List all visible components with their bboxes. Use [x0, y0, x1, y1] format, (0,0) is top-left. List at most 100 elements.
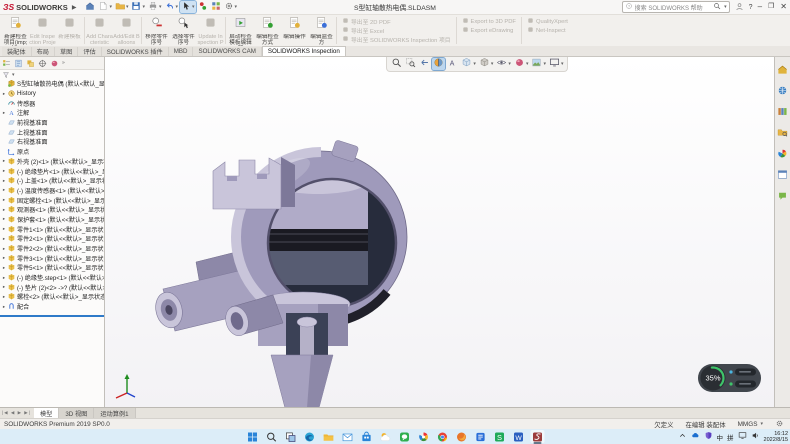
tree-item[interactable]: ▸(-) 绝缘垫.step<1> (默认<<默认> — [0, 273, 104, 283]
options-gear-button[interactable]: ▾ — [223, 1, 239, 13]
status-gear-icon[interactable] — [775, 419, 784, 430]
rebuild-button[interactable] — [197, 1, 209, 13]
motion-tab-1[interactable]: 模型 — [34, 408, 59, 418]
tree-item[interactable]: ▸零件2<1> (默认<<默认>_显示状态 — [0, 234, 104, 244]
dropdown-caret[interactable]: ▾ — [561, 61, 564, 67]
hide-show-button[interactable]: ▾ — [495, 58, 512, 70]
dropdown-caret[interactable]: ▾ — [235, 4, 238, 10]
solidworks-taskbar-button[interactable] — [531, 430, 545, 443]
chrome-button[interactable] — [436, 430, 450, 443]
undo-button[interactable]: ▾ — [164, 1, 180, 13]
select-cursor-button[interactable]: ▾ — [180, 1, 196, 13]
minimize-button[interactable]: – — [758, 2, 762, 12]
print-button[interactable]: ▾ — [147, 1, 163, 13]
taskbar-clock[interactable]: 16:122022/8/15 — [764, 431, 788, 443]
dropdown-caret[interactable]: ▾ — [543, 61, 546, 67]
tab-solidworks-插件[interactable]: SOLIDWORKS 插件 — [102, 47, 169, 56]
new-document-button[interactable]: ▾ — [97, 1, 113, 13]
new-template-button[interactable]: 新建模板 — [56, 15, 83, 46]
view-settings-button[interactable]: ▾ — [548, 58, 565, 70]
export-command[interactable]: 导出至 Excel — [342, 27, 451, 34]
zoom-fit-button[interactable] — [390, 58, 403, 70]
security-shield-icon[interactable] — [704, 431, 713, 442]
edit-method-button[interactable]: 编辑检查方式 — [254, 15, 281, 46]
tree-item[interactable]: 右视基准面 — [0, 137, 104, 147]
model-3d-view[interactable] — [105, 57, 775, 407]
motion-tab-3[interactable]: 运动算例1 — [94, 408, 135, 418]
dropdown-caret[interactable]: ▾ — [126, 4, 129, 10]
dropdown-caret[interactable]: ▾ — [142, 4, 145, 10]
search-dropdown-caret[interactable]: ▾ — [724, 4, 727, 10]
filter-caret[interactable]: ▾ — [12, 72, 15, 78]
tree-item[interactable]: ▸零件1<1> (默认<<默认>_显示状态 — [0, 224, 104, 234]
apply-scene-button[interactable]: ▾ — [530, 58, 547, 70]
section-view-button[interactable] — [432, 58, 445, 70]
tree-item[interactable]: 原点 — [0, 147, 104, 157]
display-style-button[interactable]: ▾ — [478, 58, 495, 70]
propertymanager-tab[interactable] — [13, 58, 24, 69]
configurationmanager-tab[interactable] — [25, 58, 36, 69]
appearances-tab[interactable] — [777, 146, 788, 164]
dropdown-caret[interactable]: ▾ — [192, 4, 195, 10]
tree-item[interactable]: ▸外壳 (2)<1> (默认<<默认>_显示状 — [0, 157, 104, 167]
restore-button[interactable]: ❐ — [768, 2, 774, 12]
mail-button[interactable] — [341, 430, 355, 443]
save-button[interactable]: ▾ — [130, 1, 146, 13]
zoom-hud-widget[interactable]: 35% — [698, 363, 762, 393]
orange-app-button[interactable] — [455, 430, 469, 443]
menu-flyout-arrow[interactable]: ▶ — [72, 4, 77, 11]
tab-solidworks-cam[interactable]: SOLIDWORKS CAM — [193, 47, 261, 56]
dimxpertmanager-tab[interactable] — [37, 58, 48, 69]
export-command[interactable]: Export to 3D PDF — [462, 18, 516, 25]
tree-item[interactable]: ▸(-) 绝缘垫片<1> (默认<<默认>_显 — [0, 166, 104, 176]
sw-resources-tab[interactable] — [777, 83, 788, 101]
tree-item[interactable]: ▸保护套<1> (默认<<默认>_显示状 — [0, 215, 104, 225]
tree-item[interactable]: 前视基准面 — [0, 118, 104, 128]
tree-root-item[interactable]: S型缸轴散热电偶 (默认<默认_显示状态-1 — [0, 79, 104, 89]
tree-item[interactable]: ▸螺栓<2> (默认<<默认>_显示状态 — [0, 292, 104, 302]
tree-item[interactable]: ▸零件5<1> (默认<<默认>_显示状态 — [0, 263, 104, 273]
new-project-button[interactable]: 新建检查项目(imp;知) — [2, 15, 29, 46]
tree-item[interactable]: ▸固定螺栓<1> (默认<<默认>_显示 — [0, 195, 104, 205]
tray-expand-icon[interactable] — [678, 431, 687, 442]
tab-overflow-chevron[interactable]: » — [62, 60, 65, 66]
tree-item[interactable]: ▸配合 — [0, 302, 104, 312]
tab-草图[interactable]: 草图 — [55, 47, 78, 56]
ime-indicator-1[interactable]: 中 — [717, 432, 724, 442]
dropdown-caret[interactable]: ▾ — [176, 4, 179, 10]
update-project-button[interactable]: Update Inspection Project — [197, 15, 224, 46]
cast-display-icon[interactable] — [738, 431, 747, 442]
start-button[interactable] — [246, 430, 260, 443]
home-button[interactable] — [84, 1, 96, 13]
export-command[interactable]: Net-Inspect — [527, 27, 568, 34]
w-blue-app-button[interactable]: W — [512, 430, 526, 443]
edge-button[interactable] — [303, 430, 317, 443]
custom-properties-tab[interactable] — [777, 167, 788, 185]
colorwheel-app-button[interactable] — [417, 430, 431, 443]
tree-item[interactable]: ▸(-) 上盖<1> (默认<<默认>_显示状 — [0, 176, 104, 186]
task-view-button[interactable] — [284, 430, 298, 443]
ime-indicator-2[interactable]: 拼 — [727, 432, 734, 442]
dropdown-caret[interactable]: ▾ — [526, 61, 529, 67]
dropdown-caret[interactable]: ▾ — [109, 4, 112, 10]
tree-item[interactable]: 上视基准面 — [0, 127, 104, 137]
displaymanager-tab[interactable] — [49, 58, 60, 69]
motion-nav-arrows[interactable]: |◀ ◀ ▶ ▶| — [2, 410, 31, 416]
s-green-app-button[interactable]: S — [493, 430, 507, 443]
file-explorer-tab[interactable] — [777, 125, 788, 143]
design-library-tab[interactable] — [777, 104, 788, 122]
graphics-viewport[interactable]: A▾▾▾▾▾▾ — [105, 57, 775, 407]
tree-item[interactable]: ▸(-) 温度传感器<1> (默认<<默认>_ — [0, 186, 104, 196]
edit-operation-button[interactable]: 编辑操作 — [281, 15, 308, 46]
export-command[interactable]: Export eDrawing — [462, 27, 516, 34]
search-input[interactable]: ? 搜索 SOLIDWORKS 帮助 ▾ — [622, 1, 730, 13]
close-button[interactable]: ✕ — [780, 2, 787, 12]
add-characteristic-button[interactable]: Add Characteristic — [86, 15, 113, 46]
zoom-area-button[interactable] — [404, 58, 417, 70]
tree-item[interactable]: ▸A注解 — [0, 108, 104, 118]
tab-mbd[interactable]: MBD — [169, 47, 194, 56]
dropdown-caret[interactable]: ▾ — [473, 61, 476, 67]
user-icon[interactable] — [735, 0, 744, 16]
annotation-view-button[interactable]: A — [446, 58, 459, 70]
onedrive-icon[interactable] — [691, 431, 700, 442]
